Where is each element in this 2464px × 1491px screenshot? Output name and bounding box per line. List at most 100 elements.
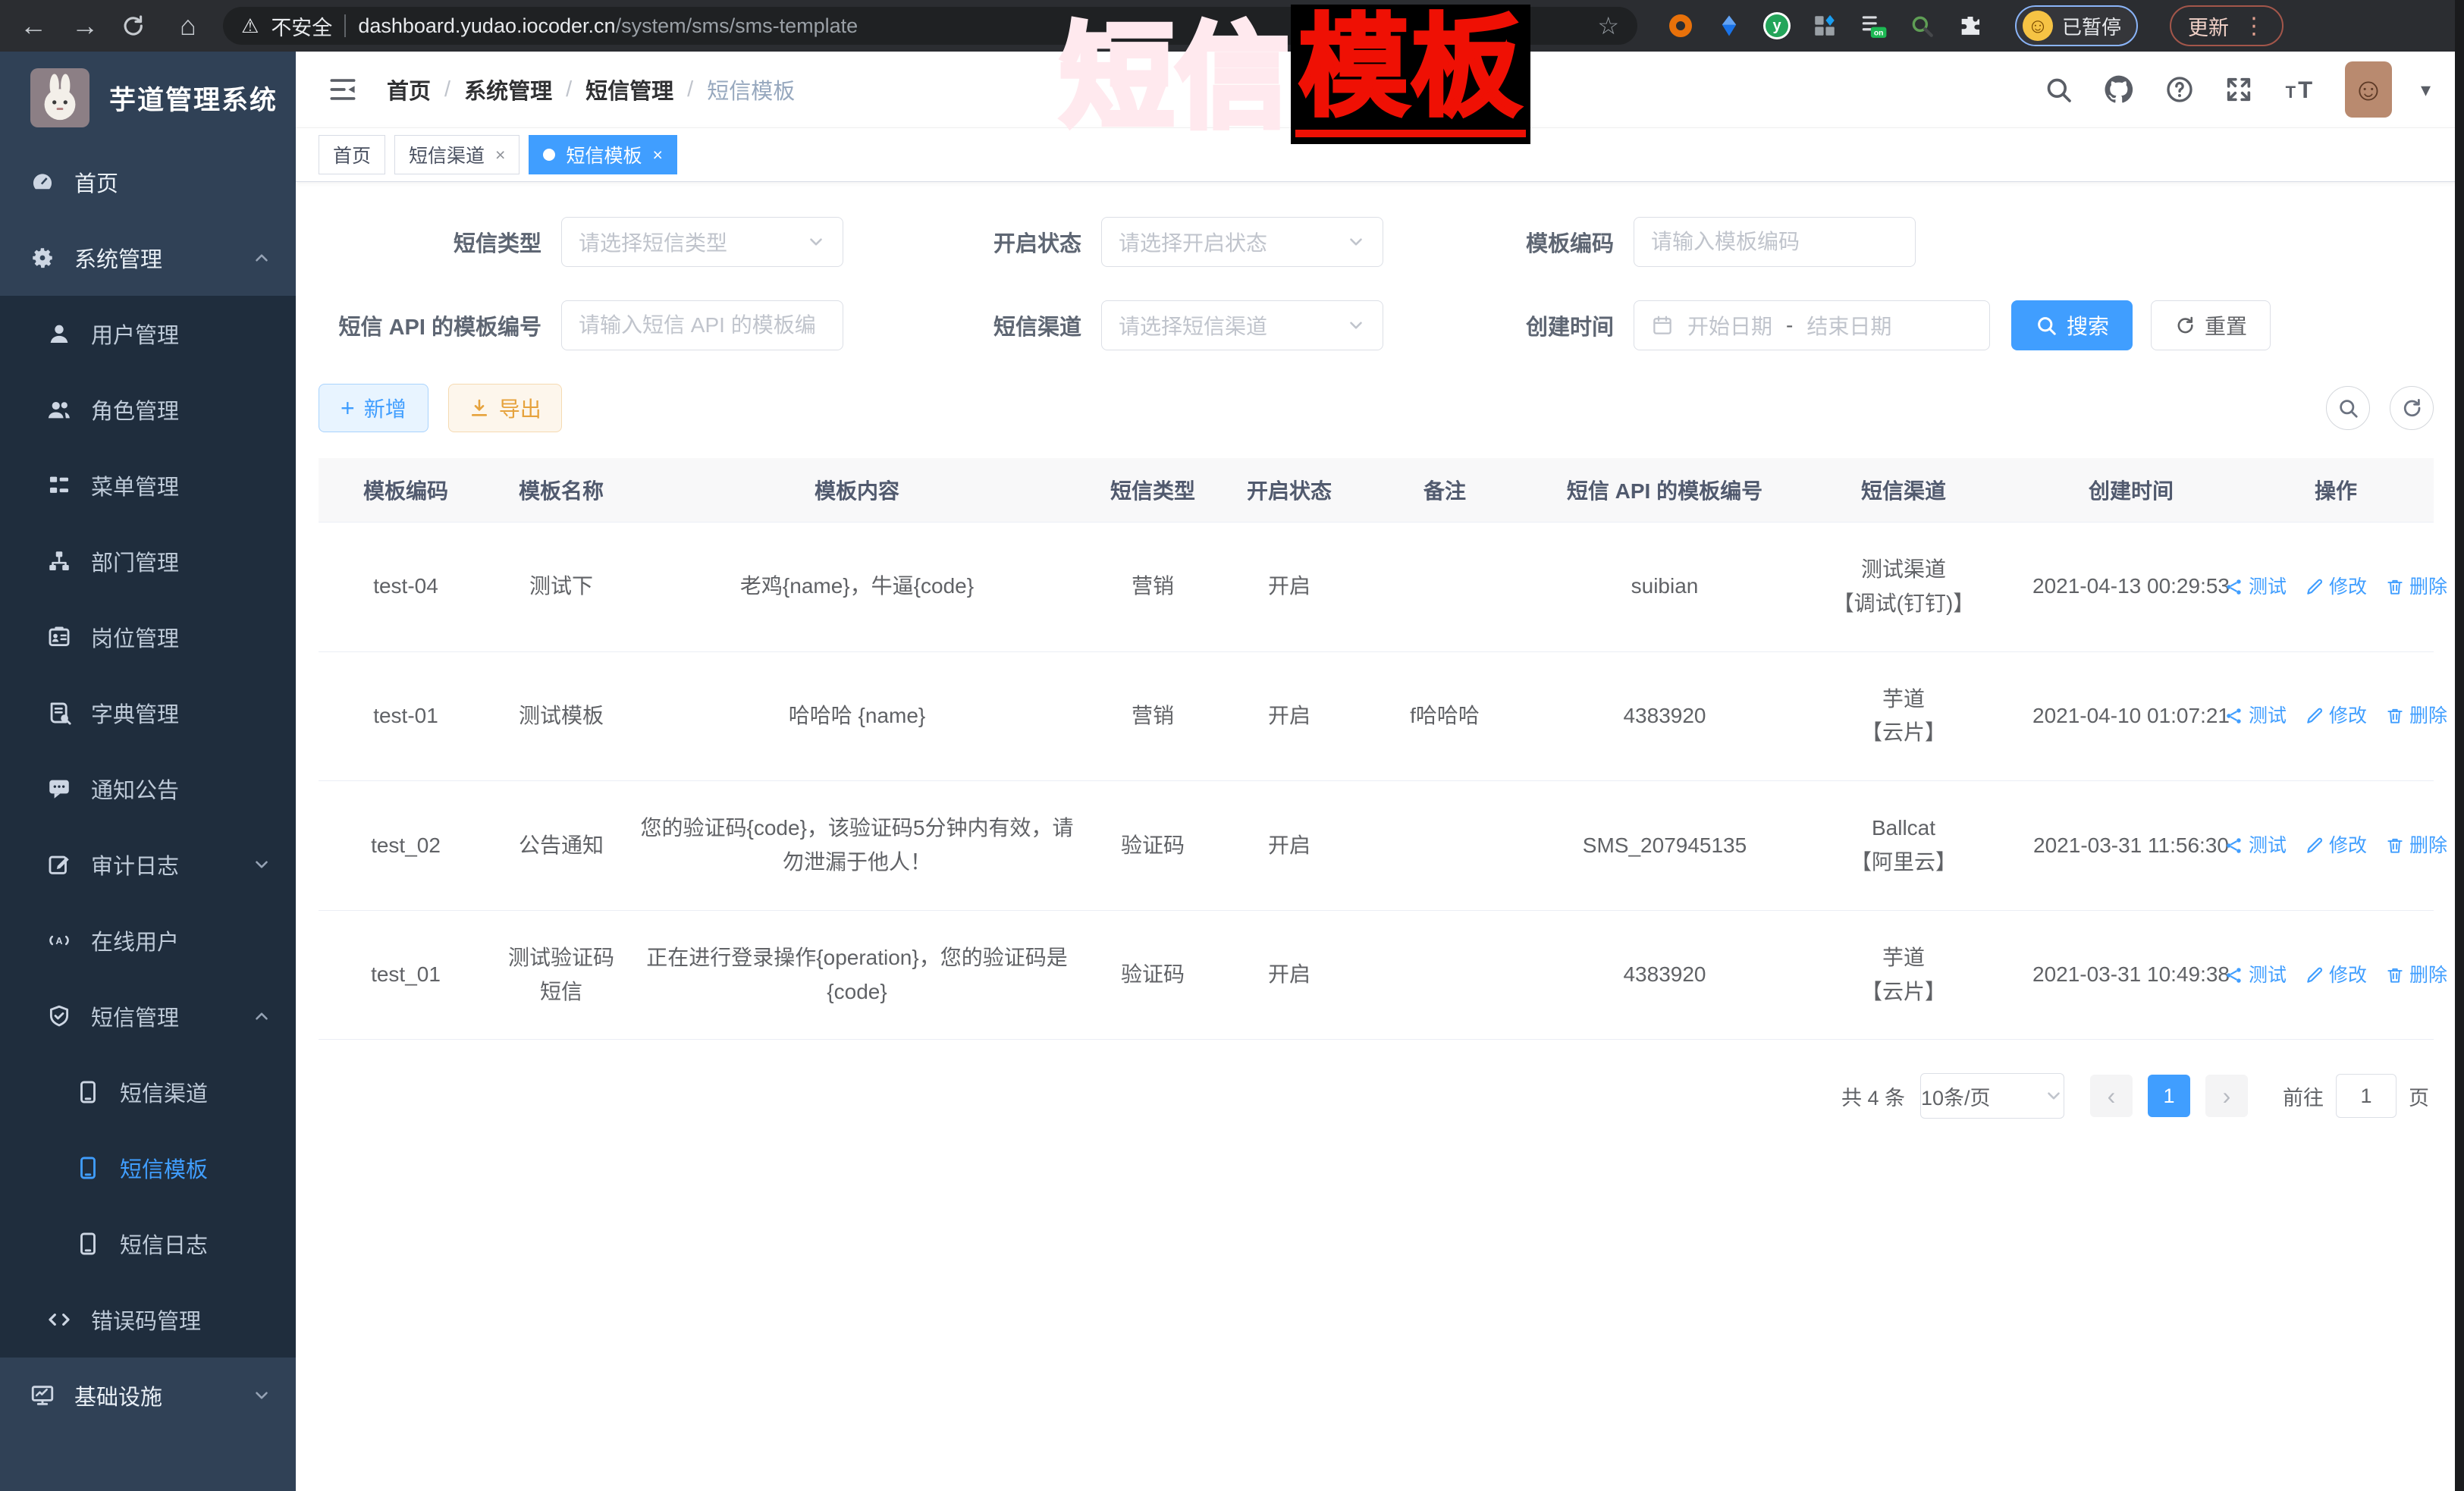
browser-update-button[interactable]: 更新 ⋮ bbox=[2170, 5, 2284, 46]
search-icon[interactable] bbox=[2043, 74, 2073, 105]
breadcrumb-sms[interactable]: 短信管理 bbox=[585, 74, 673, 105]
avatar-caret-down-icon[interactable]: ▾ bbox=[2421, 78, 2431, 102]
help-icon[interactable] bbox=[2164, 74, 2195, 105]
sms-type-select[interactable]: 请选择短信类型 bbox=[561, 217, 843, 267]
status-select[interactable]: 请选择开启状态 bbox=[1101, 217, 1383, 267]
extension-y-icon[interactable]: y bbox=[1763, 12, 1791, 39]
tag-home[interactable]: 首页 bbox=[319, 135, 385, 174]
cell-actions: 测试修改删除 bbox=[2252, 523, 2419, 651]
next-page-button[interactable]: › bbox=[2205, 1075, 2248, 1117]
sidebar-item-label: 短信日志 bbox=[120, 1228, 208, 1260]
sms-template-table: 模板编码模板名称模板内容短信类型开启状态备注短信 API 的模板编号短信渠道创建… bbox=[319, 458, 2434, 1040]
sidebar-item-label: 菜单管理 bbox=[91, 469, 179, 501]
breadcrumb-system[interactable]: 系统管理 bbox=[464, 74, 552, 105]
sidebar-item-sms-template[interactable]: 短信模板 bbox=[0, 1130, 296, 1206]
page-suffix-label: 页 bbox=[2409, 1081, 2429, 1111]
table-row: test-01测试模板哈哈哈 {name}营销开启f哈哈哈4383920芋道【云… bbox=[319, 652, 2434, 782]
sidebar-item-online-users[interactable]: A在线用户 bbox=[0, 902, 296, 978]
font-size-icon[interactable]: TT bbox=[2283, 73, 2316, 106]
edit-link[interactable]: 修改 bbox=[2305, 830, 2367, 861]
close-icon[interactable]: × bbox=[495, 145, 505, 165]
cell-channel: 芋道【云片】 bbox=[1797, 911, 2010, 1040]
tag-sms-template[interactable]: 短信模板 × bbox=[529, 135, 676, 174]
sidebar-item-dept-management[interactable]: 部门管理 bbox=[0, 523, 296, 599]
forward-icon[interactable]: → bbox=[68, 12, 102, 39]
page-1-button[interactable]: 1 bbox=[2148, 1075, 2190, 1117]
test-link[interactable]: 测试 bbox=[2224, 830, 2287, 861]
delete-link[interactable]: 删除 bbox=[2385, 960, 2447, 990]
table-row: test_01测试验证码短信正在进行登录操作{operation}，您的验证码是… bbox=[319, 911, 2434, 1041]
shield-icon bbox=[44, 1003, 74, 1029]
browser-menu-icon[interactable]: ⋮ bbox=[2243, 13, 2265, 39]
sidebar-item-sms-log[interactable]: 短信日志 bbox=[0, 1206, 296, 1282]
sidebar: 芋道管理系统 首页系统管理用户管理角色管理菜单管理部门管理岗位管理字典管理通知公… bbox=[0, 52, 296, 1491]
page-size-select[interactable]: 10条/页 bbox=[1920, 1073, 2064, 1119]
reset-button[interactable]: 重置 bbox=[2151, 300, 2271, 350]
delete-link[interactable]: 删除 bbox=[2385, 572, 2447, 602]
sidebar-item-sms-management[interactable]: 短信管理 bbox=[0, 978, 296, 1054]
cell-type: 营销 bbox=[1084, 652, 1221, 781]
template-code-input[interactable] bbox=[1651, 230, 1898, 254]
home-icon[interactable]: ⌂ bbox=[171, 12, 205, 39]
sidebar-item-menu-management[interactable]: 菜单管理 bbox=[0, 447, 296, 523]
sidebar-item-notice[interactable]: 通知公告 bbox=[0, 751, 296, 827]
sidebar-item-error-code-management[interactable]: 错误码管理 bbox=[0, 1282, 296, 1358]
reload-icon[interactable] bbox=[120, 13, 153, 39]
fullscreen-icon[interactable] bbox=[2224, 74, 2254, 105]
delete-link[interactable]: 删除 bbox=[2385, 830, 2447, 861]
goto-page-input[interactable] bbox=[2336, 1074, 2397, 1118]
user-avatar[interactable]: ☺ bbox=[2345, 61, 2392, 118]
test-link[interactable]: 测试 bbox=[2224, 701, 2287, 731]
sidebar-item-post-management[interactable]: 岗位管理 bbox=[0, 599, 296, 675]
table-header-cell: 模板编码 bbox=[319, 458, 493, 522]
bookmark-star-icon[interactable]: ☆ bbox=[1597, 11, 1619, 40]
search-button[interactable]: 搜索 bbox=[2011, 300, 2133, 350]
edit-link[interactable]: 修改 bbox=[2305, 960, 2367, 990]
extension-magnifier-icon[interactable] bbox=[1907, 11, 1936, 40]
add-button[interactable]: + 新增 bbox=[319, 384, 428, 432]
extension-pin-icon[interactable] bbox=[1715, 11, 1744, 40]
create-time-range-picker[interactable]: 开始日期 - 结束日期 bbox=[1634, 300, 1990, 350]
edit-link[interactable]: 修改 bbox=[2305, 701, 2367, 731]
test-link[interactable]: 测试 bbox=[2224, 960, 2287, 990]
prev-page-button[interactable]: ‹ bbox=[2090, 1075, 2133, 1117]
sidebar-item-dict-management[interactable]: 字典管理 bbox=[0, 675, 296, 751]
address-bar[interactable]: ⚠ 不安全 dashboard.yudao.iocoder.cn/system/… bbox=[223, 7, 1637, 45]
extensions-puzzle-icon[interactable] bbox=[1956, 11, 1985, 40]
tag-sms-channel[interactable]: 短信渠道 × bbox=[394, 135, 519, 174]
sidebar-item-sms-channel[interactable]: 短信渠道 bbox=[0, 1054, 296, 1130]
extension-grid-icon[interactable] bbox=[1810, 11, 1839, 40]
sidebar-item-label: 短信模板 bbox=[120, 1152, 208, 1184]
breadcrumb-home[interactable]: 首页 bbox=[387, 74, 431, 105]
sidebar-item-infrastructure[interactable]: 基础设施 bbox=[0, 1358, 296, 1433]
browser-profile-chip[interactable]: ☺ 已暂停 bbox=[2015, 5, 2138, 46]
delete-link[interactable]: 删除 bbox=[2385, 701, 2447, 731]
back-icon[interactable]: ← bbox=[17, 12, 50, 39]
github-icon[interactable] bbox=[2102, 73, 2136, 106]
logo-image bbox=[30, 68, 89, 127]
edit-link[interactable]: 修改 bbox=[2305, 572, 2367, 602]
search-icon bbox=[2035, 314, 2058, 337]
extension-list-on-icon[interactable]: on bbox=[1859, 11, 1888, 40]
app-logo[interactable]: 芋道管理系统 bbox=[0, 52, 296, 144]
export-button[interactable]: 导出 bbox=[448, 384, 562, 432]
sidebar-item-role-management[interactable]: 角色管理 bbox=[0, 372, 296, 447]
refresh-table-button[interactable] bbox=[2390, 386, 2434, 430]
channel-select[interactable]: 请选择短信渠道 bbox=[1101, 300, 1383, 350]
sidebar-item-system-management[interactable]: 系统管理 bbox=[0, 220, 296, 296]
test-link[interactable]: 测试 bbox=[2224, 572, 2287, 602]
sidebar-item-home[interactable]: 首页 bbox=[0, 144, 296, 220]
api-template-id-input[interactable] bbox=[579, 313, 826, 337]
table-toolbar: + 新增 导出 bbox=[319, 384, 2434, 432]
sidebar-item-user-management[interactable]: 用户管理 bbox=[0, 296, 296, 372]
sidebar-collapse-icon[interactable] bbox=[326, 73, 359, 106]
sidebar-item-audit-log[interactable]: 审计日志 bbox=[0, 827, 296, 902]
close-icon[interactable]: × bbox=[652, 145, 662, 165]
main-area: 首页 / 系统管理 / 短信管理 / 短信模板 TT ☺ ▾ bbox=[296, 52, 2464, 1491]
show-search-button[interactable] bbox=[2326, 386, 2370, 430]
url-text: dashboard.yudao.iocoder.cn/system/sms/sm… bbox=[358, 14, 858, 38]
extension-ring-icon[interactable] bbox=[1666, 11, 1695, 40]
cell-name: 测试验证码短信 bbox=[493, 911, 629, 1040]
status-label: 开启状态 bbox=[843, 226, 1101, 258]
sidebar-item-label: 系统管理 bbox=[74, 242, 162, 274]
